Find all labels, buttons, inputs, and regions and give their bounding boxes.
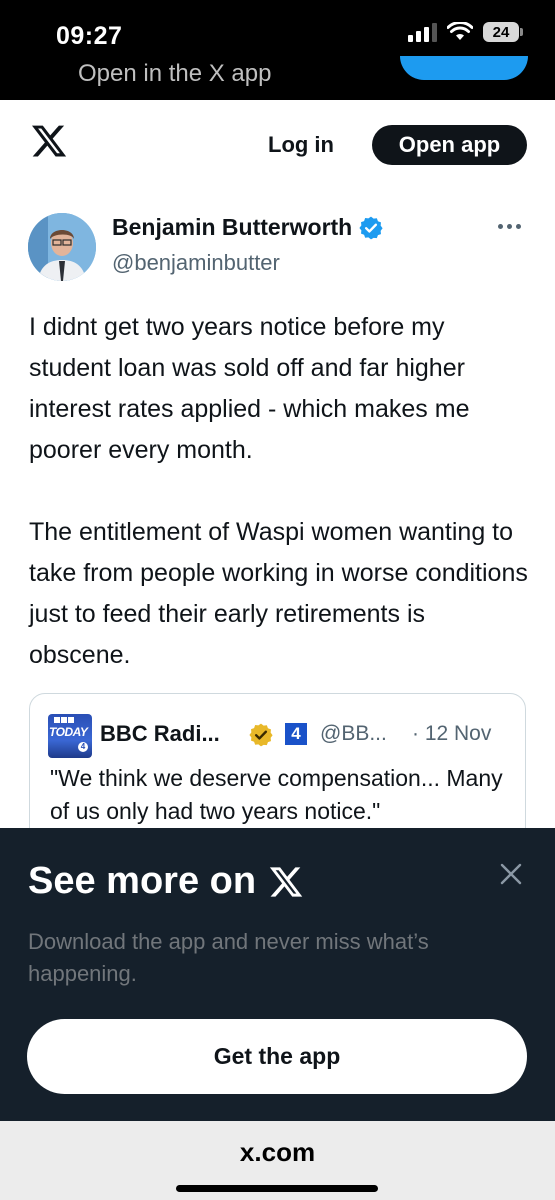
avatar-photo	[28, 213, 96, 281]
sheet-description: Download the app and never miss what’s h…	[28, 929, 429, 986]
wifi-icon	[447, 22, 473, 40]
gold-verified-badge-icon	[249, 723, 273, 747]
open-app-button[interactable]: Open app	[372, 125, 527, 165]
tweet-text: I didnt get two years notice before my s…	[29, 307, 529, 676]
quoted-author-handle[interactable]: @BB...	[320, 722, 387, 746]
home-indicator[interactable]	[176, 1185, 378, 1192]
x-logo-icon	[269, 866, 303, 897]
browser-url-bar[interactable]: x.com	[0, 1121, 555, 1200]
tweet-paragraph: I didnt get two years notice before my s…	[29, 313, 470, 464]
battery-icon: 24	[483, 22, 523, 42]
login-link[interactable]: Log in	[268, 132, 334, 158]
sheet-title-text: See more on	[28, 860, 257, 902]
more-options-icon[interactable]	[498, 224, 521, 229]
close-icon[interactable]	[495, 858, 527, 890]
open-in-app-button[interactable]	[400, 56, 528, 80]
author-handle[interactable]: @benjaminbutter	[112, 250, 280, 276]
status-time: 09:27	[56, 22, 123, 50]
status-bar: 09:27 24 Open in the X app	[0, 0, 555, 100]
quoted-author-avatar[interactable]: TODAY 4	[48, 714, 92, 758]
quoted-author-name[interactable]: BBC Radi...	[100, 721, 220, 747]
quoted-tweet-date[interactable]: · 12 Nov	[412, 722, 491, 746]
affiliate-badge: 4	[285, 723, 307, 745]
tweet-paragraph: The entitlement of Waspi women wanting t…	[29, 518, 528, 669]
cellular-signal-icon	[408, 22, 437, 42]
battery-level: 24	[492, 23, 510, 41]
get-the-app-button[interactable]: Get the app	[27, 1019, 527, 1094]
status-icons: 24	[408, 22, 523, 42]
author-name[interactable]: Benjamin Butterworth	[112, 214, 384, 241]
url-text[interactable]: x.com	[0, 1137, 555, 1168]
x-logo-icon[interactable]	[30, 122, 68, 160]
avatar[interactable]	[28, 213, 96, 281]
verified-badge-icon	[359, 216, 383, 239]
signup-bottom-sheet: See more on Download the app and never m…	[0, 828, 555, 1121]
author-name-text[interactable]: Benjamin Butterworth	[112, 214, 352, 241]
open-in-app-banner[interactable]: Open in the X app	[0, 56, 555, 100]
sheet-title: See more on	[28, 860, 304, 903]
quoted-tweet-text: "We think we deserve compensation... Man…	[50, 765, 503, 824]
open-in-app-text[interactable]: Open in the X app	[78, 60, 271, 88]
